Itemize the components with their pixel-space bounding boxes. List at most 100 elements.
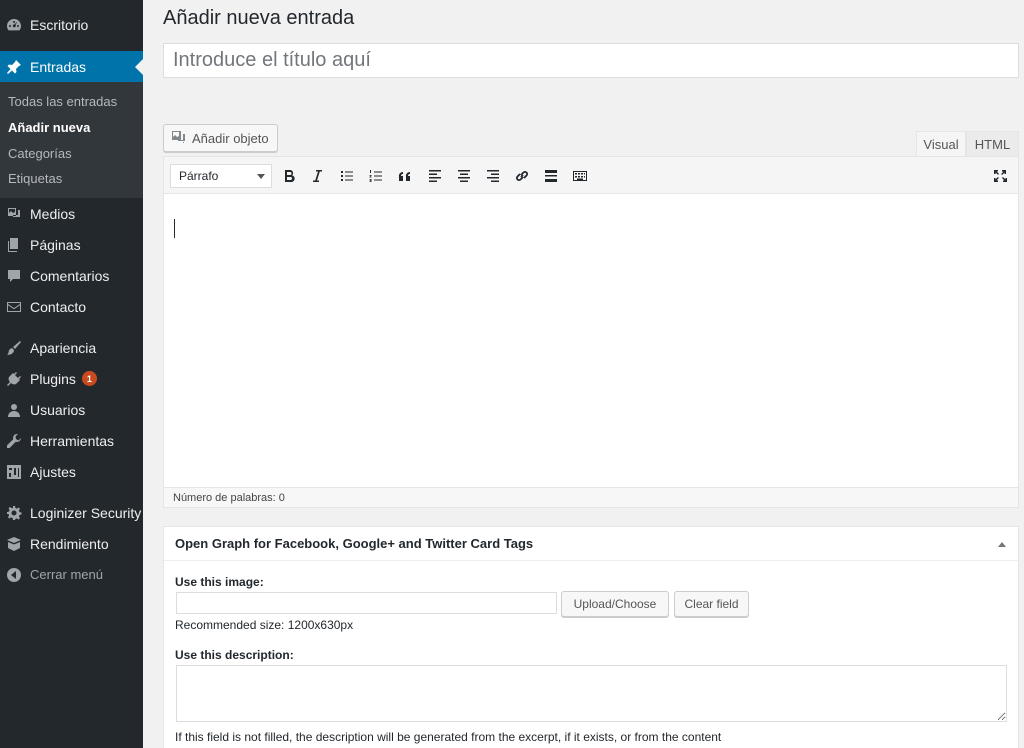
sidebar-item-usuarios[interactable]: Usuarios: [0, 394, 143, 425]
sidebar-item-label: Páginas: [30, 236, 81, 253]
align-left-icon: [429, 170, 441, 182]
users-icon: [6, 402, 22, 418]
post-title-input[interactable]: [163, 43, 1019, 78]
submenu-categorias[interactable]: Categorías: [8, 146, 72, 161]
editor-toolbar: Párrafo: [164, 157, 1018, 194]
sidebar-item-label: Comentarios: [30, 267, 110, 284]
open-graph-metabox: Open Graph for Facebook, Google+ and Twi…: [163, 526, 1019, 748]
collapse-icon: [6, 567, 22, 583]
toolbar-toggle-button[interactable]: [571, 167, 589, 185]
sidebar-item-loginizer-security[interactable]: Loginizer Security: [0, 497, 143, 528]
align-center-icon: [458, 170, 470, 182]
fullscreen-button[interactable]: [991, 167, 1009, 185]
sidebar-item-label: Apariencia: [30, 339, 97, 356]
read-more-button[interactable]: [542, 167, 560, 185]
sidebar-item-herramientas[interactable]: Herramientas: [0, 425, 143, 456]
settings-icon: [6, 464, 22, 480]
sidebar-item-rendimiento[interactable]: Rendimiento: [0, 528, 143, 559]
admin-sidebar: Escritorio Entradas Todas las entradas A…: [0, 0, 143, 748]
brush-icon: [6, 340, 22, 356]
sidebar-item-label: Plugins: [30, 370, 76, 387]
wrench-icon: [6, 433, 22, 449]
keyboard-icon: [573, 171, 587, 181]
sidebar-item-label: Usuarios: [30, 401, 86, 418]
sidebar-item-contacto[interactable]: Contacto: [0, 291, 143, 322]
text-caret: [174, 219, 175, 238]
italic-button[interactable]: [308, 167, 326, 185]
format-select[interactable]: Párrafo: [170, 164, 272, 188]
chevron-up-icon[interactable]: [998, 542, 1006, 547]
plugin-icon: [6, 371, 22, 387]
sidebar-item-label: Contacto: [30, 298, 87, 315]
align-right-button[interactable]: [484, 167, 502, 185]
numbered-list-button[interactable]: [367, 167, 385, 185]
bullet-list-button[interactable]: [338, 167, 356, 185]
sidebar-item-ajustes[interactable]: Ajustes: [0, 456, 143, 487]
description-field-label: Use this description:: [175, 648, 294, 662]
submenu-etiquetas[interactable]: Etiquetas: [8, 171, 62, 186]
word-count: Número de palabras: 0: [164, 487, 1018, 507]
add-media-button[interactable]: Añadir objeto: [163, 124, 278, 152]
sidebar-item-escritorio[interactable]: Escritorio: [0, 9, 143, 40]
numbered-list-icon: [369, 170, 382, 182]
post-editor: Párrafo Número de palabras: 0: [163, 156, 1019, 508]
posts-submenu: Todas las entradas Añadir nueva Categorí…: [0, 82, 143, 198]
sidebar-item-paginas[interactable]: Páginas: [0, 229, 143, 260]
pages-icon: [6, 237, 22, 253]
insert-link-button[interactable]: [513, 167, 531, 185]
align-right-icon: [487, 170, 499, 182]
og-description-textarea[interactable]: [176, 665, 1007, 722]
sidebar-item-label: Medios: [30, 205, 76, 222]
performance-icon: [6, 536, 22, 552]
open-graph-metabox-header[interactable]: Open Graph for Facebook, Google+ and Twi…: [164, 527, 1018, 561]
add-media-icon: [172, 131, 185, 143]
upload-choose-button[interactable]: Upload/Choose: [561, 591, 669, 617]
description-help-text: If this field is not filled, the descrip…: [175, 730, 722, 744]
fullscreen-icon: [994, 170, 1007, 182]
quote-icon: [398, 171, 410, 181]
gear-icon: [6, 505, 22, 521]
metabox-title: Open Graph for Facebook, Google+ and Twi…: [175, 536, 534, 551]
collapse-menu-label: Cerrar menú: [30, 567, 103, 582]
collapse-menu-button[interactable]: Cerrar menú: [0, 559, 143, 590]
pin-icon: [6, 59, 22, 75]
sidebar-item-label: Rendimiento: [30, 535, 109, 552]
align-center-button[interactable]: [455, 167, 473, 185]
sidebar-item-label: Ajustes: [30, 463, 76, 480]
tab-html[interactable]: HTML: [966, 131, 1019, 157]
align-left-button[interactable]: [426, 167, 444, 185]
image-field-label: Use this image:: [175, 575, 264, 589]
editor-content-area[interactable]: [164, 195, 1018, 487]
add-media-label: Añadir objeto: [192, 130, 269, 146]
sidebar-item-label: Entradas: [30, 58, 87, 75]
page-title: Añadir nueva entrada: [163, 7, 355, 29]
bullet-list-icon: [341, 171, 353, 181]
submenu-todas-las-entradas[interactable]: Todas las entradas: [8, 94, 117, 109]
og-image-input[interactable]: [176, 592, 557, 614]
italic-icon: [313, 170, 322, 182]
mail-icon: [6, 299, 22, 315]
sidebar-item-entradas[interactable]: Entradas: [0, 51, 143, 82]
sidebar-item-label: Herramientas: [30, 432, 115, 449]
format-select-value: Párrafo: [179, 169, 219, 183]
chevron-down-icon: [257, 174, 265, 179]
sidebar-item-plugins[interactable]: Plugins 1: [0, 363, 143, 394]
recommended-size-text: Recommended size: 1200x630px: [175, 618, 354, 632]
sidebar-item-comentarios[interactable]: Comentarios: [0, 260, 143, 291]
blockquote-button[interactable]: [396, 167, 414, 185]
sidebar-item-label: Loginizer Security: [30, 504, 142, 521]
sidebar-item-label: Escritorio: [30, 16, 89, 33]
plugin-update-badge: 1: [81, 371, 97, 386]
sidebar-item-apariencia[interactable]: Apariencia: [0, 332, 143, 363]
submenu-anadir-nueva[interactable]: Añadir nueva: [8, 120, 90, 135]
sidebar-item-medios[interactable]: Medios: [0, 198, 143, 229]
read-more-icon: [545, 170, 557, 182]
media-icon: [6, 206, 22, 222]
dashboard-icon: [6, 17, 22, 33]
comments-icon: [6, 268, 22, 284]
tab-visual[interactable]: Visual: [916, 131, 966, 157]
bold-icon: [285, 169, 295, 183]
bold-button[interactable]: [280, 167, 298, 185]
link-icon: [516, 171, 528, 181]
clear-field-button[interactable]: Clear field: [674, 591, 749, 617]
